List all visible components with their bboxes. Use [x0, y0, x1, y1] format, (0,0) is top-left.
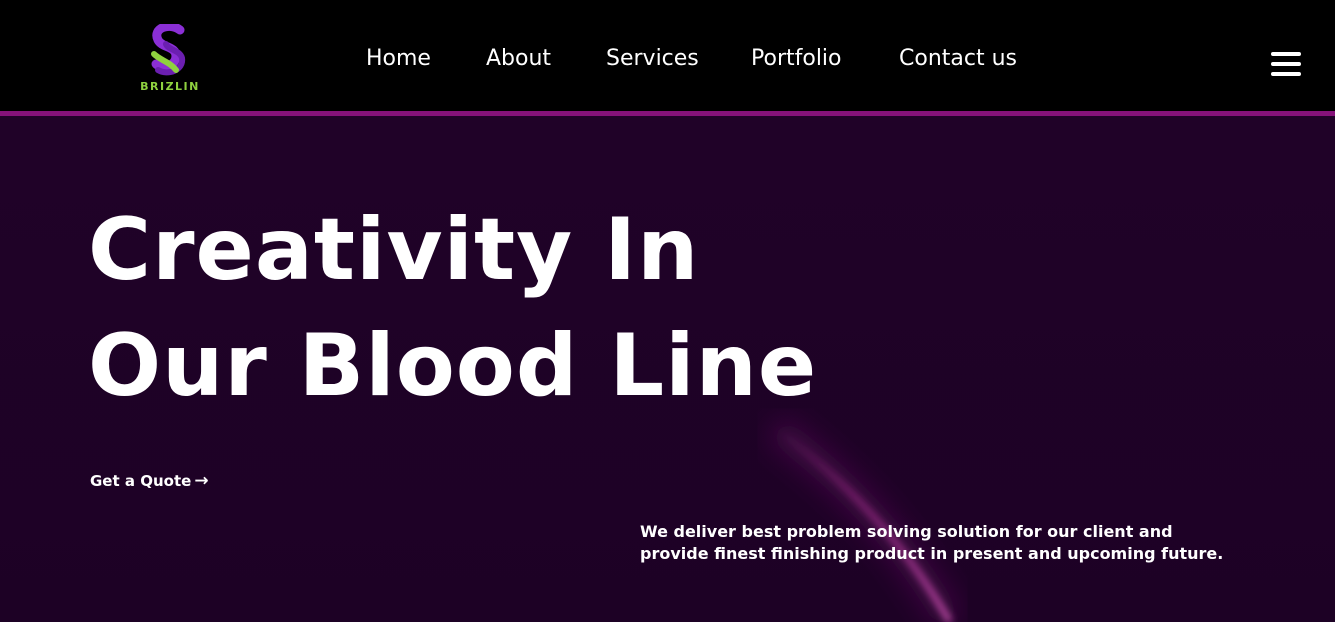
- nav-item-contact-us[interactable]: Contact us: [899, 46, 1017, 71]
- brand-logo[interactable]: BRIZLIN: [138, 24, 202, 94]
- hamburger-menu-icon[interactable]: [1271, 50, 1303, 78]
- hero-title-line-2: Our Blood Line: [88, 316, 818, 416]
- hero-description-line-1: We deliver best problem solving solution…: [640, 522, 1173, 541]
- hero-section: Creativity In Our Blood Line Get a Quote…: [0, 116, 1335, 622]
- page: BRIZLIN Home About Services Portfolio Co…: [0, 0, 1335, 622]
- site-header: BRIZLIN Home About Services Portfolio Co…: [0, 0, 1335, 116]
- hero-description-line-2: provide finest finishing product in pres…: [640, 544, 1224, 563]
- nav-item-home[interactable]: Home: [366, 46, 431, 71]
- brand-name: BRIZLIN: [140, 80, 200, 93]
- hero-title: Creativity In Our Blood Line: [88, 192, 817, 424]
- get-a-quote-label: Get a Quote: [90, 472, 192, 490]
- arrow-right-icon: →: [194, 471, 209, 491]
- nav-item-portfolio[interactable]: Portfolio: [751, 46, 842, 71]
- nav-item-about[interactable]: About: [486, 46, 551, 71]
- brizlin-s-logo-icon: [151, 24, 186, 76]
- hero-title-line-1: Creativity In: [88, 200, 700, 300]
- hero-description: We deliver best problem solving solution…: [640, 521, 1270, 565]
- nav-item-services[interactable]: Services: [606, 46, 699, 71]
- get-a-quote-link[interactable]: Get a Quote →: [90, 471, 209, 491]
